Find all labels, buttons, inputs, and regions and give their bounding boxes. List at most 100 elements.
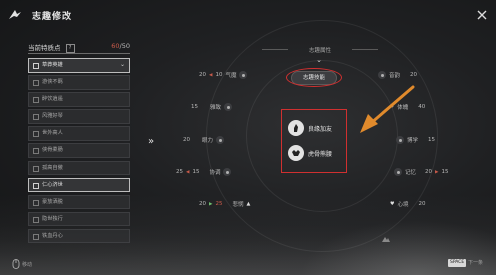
trait-points-counter: 60/50 [100, 42, 130, 50]
trait-item[interactable]: 侠骨柔肠 [28, 143, 130, 158]
highlight-ellipse [286, 68, 342, 87]
attr-beishi[interactable]: 20 ▶ 25 悲悯 ▲ [199, 200, 250, 208]
arrow-left-icon: ◀ [209, 72, 213, 78]
attr-base: 20 [410, 72, 418, 78]
attr-xinjing[interactable]: ♥ 心境 20 [390, 200, 426, 208]
attr-base: 25 [176, 169, 183, 175]
trait-label: 仁心济世 [42, 181, 63, 188]
attr-xietiao[interactable]: 25 ◀ 15 协调 [176, 168, 232, 176]
arrow-right-icon: ▶ [209, 201, 213, 207]
checkbox[interactable] [33, 131, 39, 138]
attr-base: 40 [418, 104, 426, 110]
attr-label: 协调 [209, 170, 221, 176]
trait-item[interactable]: 孤高自傲 [28, 160, 130, 176]
attr-yanli[interactable]: 20 眼力 [183, 136, 225, 144]
space-key-button[interactable]: SPACE [448, 259, 467, 267]
section-label: 志趣属性 [308, 48, 331, 54]
attr-yinlv[interactable]: 音韵 20 [378, 71, 417, 79]
attr-base: 20 [418, 201, 426, 207]
attr-delta: 15 [192, 169, 200, 175]
arrow-left-icon: ◀ [186, 169, 190, 175]
skill-badge [288, 120, 304, 136]
traits-title-label: 当前特质点 [28, 44, 61, 52]
trait-item[interactable]: 游侠不羁 [28, 75, 130, 90]
skill-badge [288, 145, 304, 161]
trait-item[interactable]: 风雅好琴 [28, 109, 130, 124]
page-title: 志趣修改 [32, 12, 73, 22]
trait-item[interactable]: 醉饮逍遥 [28, 92, 130, 107]
skills-highlight-box [281, 109, 347, 173]
attr-label: 音韵 [389, 73, 401, 79]
skill-label: 虎骨熊腰 [308, 150, 333, 158]
trait-label: 游侠不羁 [42, 79, 63, 86]
mouse-icon [12, 259, 20, 269]
panel-divider [28, 53, 130, 54]
attr-qi[interactable]: 20 ◀ 10 气魔 [199, 71, 248, 79]
chevron-down-icon[interactable]: ⌄ [120, 59, 125, 72]
mountain-icon [382, 237, 390, 242]
trait-label: 隐世独行 [42, 215, 63, 222]
attr-base: 20 [199, 201, 206, 207]
title-bar: 志趣修改 [0, 0, 496, 32]
figure-icon [294, 124, 298, 132]
trait-item[interactable]: 铁血丹心 [28, 228, 130, 244]
checkbox[interactable] [33, 182, 39, 189]
trait-item[interactable]: 草莽英雄 ⌄ [28, 58, 130, 73]
attr-delta: 10 [215, 72, 223, 78]
attr-label: 悲悯 [232, 202, 244, 208]
trait-label: 风雅好琴 [42, 113, 63, 120]
attr-base: 20 [425, 169, 433, 175]
checkbox[interactable] [33, 63, 39, 69]
trait-item[interactable]: 世外高人 [28, 126, 130, 141]
trait-label: 醉饮逍遥 [42, 96, 63, 103]
trait-item[interactable]: 豪放洒脱 [28, 194, 130, 210]
attr-label: 记忆 [405, 170, 417, 176]
attr-base: 15 [428, 137, 436, 143]
checkbox[interactable] [33, 80, 39, 87]
checkbox[interactable] [33, 233, 39, 240]
skill-item[interactable]: 良缘加友 [288, 120, 332, 136]
trait-item[interactable]: 仁心济世 [28, 177, 130, 193]
next-hint: 下一条 [468, 260, 484, 266]
trait-label: 侠骨柔肠 [42, 147, 63, 154]
attr-label: 气魔 [225, 73, 237, 79]
trait-list: 草莽英雄 ⌄ 游侠不羁 醉饮逍遥 风雅好琴 世外高人 侠骨柔肠 孤高自傲 仁心济… [28, 58, 130, 246]
attr-meili[interactable]: 15 雅致 [191, 103, 233, 111]
trait-label: 世外高人 [42, 130, 63, 137]
memory-icon [394, 168, 402, 176]
checkbox[interactable] [33, 97, 39, 104]
divider-right [352, 49, 378, 50]
attr-delta: 15 [441, 169, 449, 175]
eye-icon [216, 136, 225, 144]
checkbox[interactable] [33, 165, 39, 172]
chevron-down-icon[interactable]: ⌄ [309, 57, 329, 64]
balance-icon [223, 168, 232, 176]
traits-panel-title: 当前特质点 ? [28, 42, 75, 53]
attr-jiyi[interactable]: 记忆 20 ▶ 15 [394, 168, 448, 176]
annotation-arrow-icon [360, 85, 415, 133]
music-icon [378, 71, 386, 79]
checkbox[interactable] [33, 199, 39, 206]
expand-arrow-icon[interactable]: » [148, 136, 154, 147]
trait-label: 豪放洒脱 [42, 198, 63, 205]
elegance-icon [224, 103, 233, 111]
attr-base: 15 [191, 104, 198, 110]
help-icon[interactable]: ? [65, 43, 75, 53]
tiger-icon [292, 150, 300, 156]
trait-points-current: 60 [111, 42, 120, 50]
attr-label: 眼力 [202, 138, 214, 144]
checkbox[interactable] [33, 114, 39, 121]
heart-icon: ♥ [390, 201, 395, 207]
arrow-right-icon: ▶ [435, 169, 439, 175]
attr-label: 雅致 [210, 105, 222, 111]
trait-label: 孤高自傲 [42, 164, 63, 171]
skill-label: 良缘加友 [308, 125, 333, 133]
trait-item[interactable]: 隐世独行 [28, 211, 130, 227]
close-icon[interactable] [476, 9, 488, 21]
trait-points-max: /50 [119, 42, 130, 50]
trait-label: 铁血丹心 [42, 232, 63, 239]
checkbox[interactable] [33, 148, 39, 155]
trait-label: 草莽英雄 [42, 62, 63, 68]
checkbox[interactable] [33, 216, 39, 223]
skill-item[interactable]: 虎骨熊腰 [288, 145, 332, 161]
